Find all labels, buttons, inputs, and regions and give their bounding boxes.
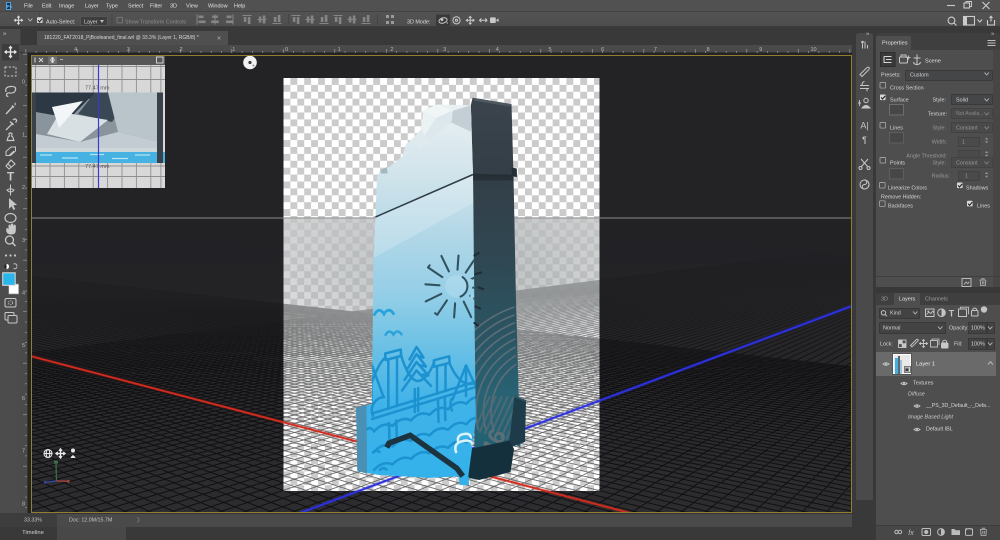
svg-text:77.47 mm: 77.47 mm	[85, 86, 110, 92]
svg-text:77.47 mm: 77.47 mm	[85, 164, 110, 170]
